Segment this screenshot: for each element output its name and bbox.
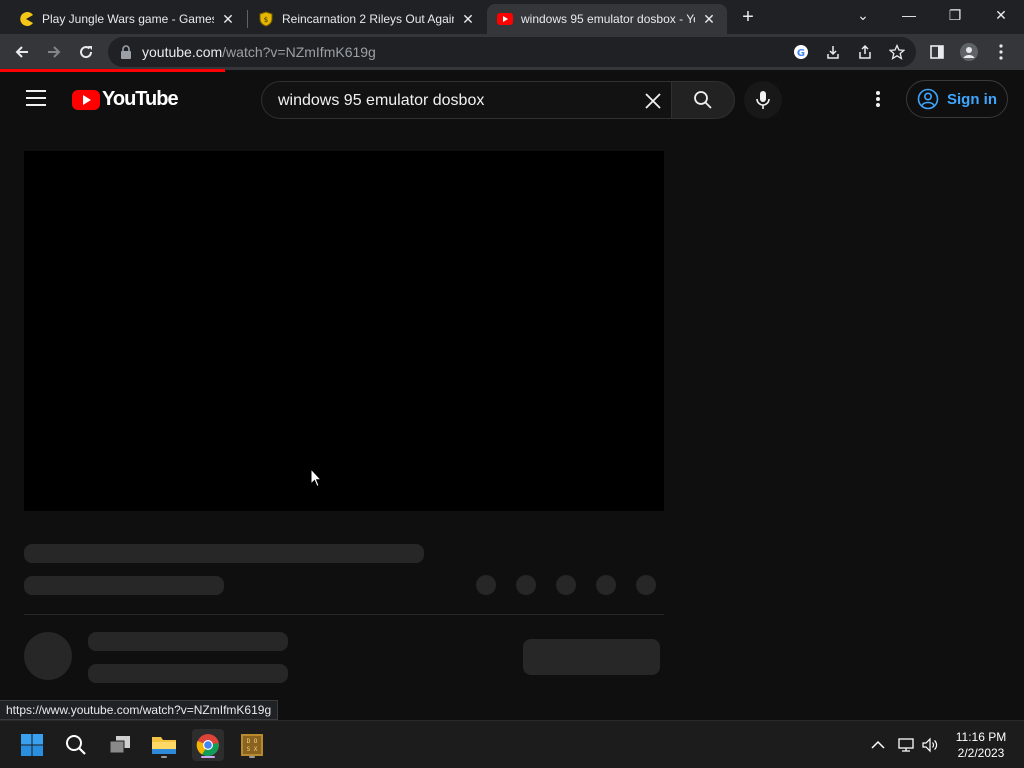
- svg-text:D O: D O: [247, 738, 258, 745]
- running-indicator: [249, 756, 255, 758]
- profile-icon[interactable]: [960, 43, 978, 61]
- volume-icon[interactable]: [920, 735, 940, 755]
- restore-button[interactable]: ❐: [932, 4, 978, 26]
- action-skeleton: [556, 575, 576, 595]
- chrome-menu-icon[interactable]: [992, 43, 1010, 61]
- divider: [24, 614, 664, 615]
- running-indicator: [161, 756, 167, 758]
- tab-close-icon[interactable]: ✕: [701, 11, 717, 28]
- new-tab-button[interactable]: +: [738, 6, 758, 28]
- dosbox-icon[interactable]: D OS X: [236, 729, 268, 761]
- reload-button[interactable]: [74, 40, 98, 64]
- clock-time: 11:16 PM: [955, 730, 1007, 744]
- status-bar-url: https://www.youtube.com/watch?v=NZmIfmK6…: [0, 700, 279, 720]
- arrow-left-icon: [15, 46, 28, 58]
- browser-toolbar: youtube.com/watch?v=NZmIfmK619g G: [0, 34, 1024, 70]
- windows-start-icon[interactable]: [16, 729, 48, 761]
- show-hidden-icons-chevron-icon[interactable]: [868, 735, 888, 755]
- settings-more-icon[interactable]: [868, 88, 888, 110]
- account-circle-icon: [917, 88, 939, 110]
- tab-title: Reincarnation 2 Rileys Out Again: [282, 12, 454, 26]
- windows-taskbar: D OS X 11:16 PM 2/2/2023: [0, 720, 1024, 768]
- url-text: youtube.com/watch?v=NZmIfmK619g: [142, 44, 376, 60]
- google-lens-icon[interactable]: G: [792, 43, 810, 61]
- subscribe-button-skeleton: [523, 639, 660, 675]
- tab-jungle-wars[interactable]: Play Jungle Wars game - Gamesfi ✕: [8, 4, 246, 34]
- subscriber-skeleton: [88, 664, 288, 683]
- search-input[interactable]: windows 95 emulator dosbox: [261, 81, 671, 119]
- address-bar[interactable]: youtube.com/watch?v=NZmIfmK619g G: [108, 37, 916, 67]
- clock-date: 2/2/2023: [957, 746, 1005, 760]
- svg-text:G: G: [797, 48, 805, 59]
- system-clock[interactable]: 11:16 PM 2/2/2023: [946, 729, 1016, 761]
- youtube-play-icon: [72, 89, 100, 110]
- voice-search-button[interactable]: [744, 81, 782, 119]
- svg-text:$: $: [264, 16, 268, 24]
- lock-icon[interactable]: [120, 45, 132, 64]
- tab-title: windows 95 emulator dosbox - Yo: [521, 12, 695, 26]
- video-player[interactable]: [24, 151, 664, 511]
- close-window-button[interactable]: ✕: [978, 4, 1024, 26]
- tab-search-dropdown-icon[interactable]: ⌄: [840, 4, 886, 26]
- tab-close-icon[interactable]: ✕: [460, 11, 476, 28]
- sign-in-button[interactable]: Sign in: [906, 80, 1008, 118]
- mouse-cursor-icon: [310, 467, 323, 493]
- avatar-skeleton: [24, 632, 72, 680]
- share-icon[interactable]: [856, 43, 874, 61]
- bookmark-star-icon[interactable]: [888, 43, 906, 61]
- search-button[interactable]: [671, 81, 735, 119]
- subtitle-skeleton: [24, 576, 224, 595]
- minimize-button[interactable]: —: [886, 4, 932, 26]
- youtube-icon: [497, 11, 513, 27]
- side-panel-icon[interactable]: [928, 43, 946, 61]
- tab-reincarnation[interactable]: $ Reincarnation 2 Rileys Out Again ✕: [248, 4, 486, 34]
- back-button[interactable]: [10, 40, 34, 64]
- file-explorer-icon[interactable]: [148, 729, 180, 761]
- action-skeleton: [636, 575, 656, 595]
- action-skeleton: [476, 575, 496, 595]
- youtube-logo-text: YouTube: [102, 88, 179, 110]
- forward-button[interactable]: [42, 40, 66, 64]
- youtube-header: YouTube windows 95 emulator dosbox Sign …: [0, 72, 1024, 128]
- title-skeleton: [24, 544, 424, 563]
- tab-title: Play Jungle Wars game - Gamesfi: [42, 12, 214, 26]
- tab-youtube[interactable]: windows 95 emulator dosbox - Yo ✕: [487, 4, 727, 34]
- pacman-icon: [18, 11, 34, 27]
- install-app-icon[interactable]: [824, 43, 842, 61]
- network-icon[interactable]: [896, 735, 916, 755]
- tab-close-icon[interactable]: ✕: [220, 11, 236, 28]
- microphone-icon: [756, 91, 770, 109]
- sign-in-label: Sign in: [947, 90, 997, 108]
- svg-text:S X: S X: [247, 746, 258, 753]
- search-query-text: windows 95 emulator dosbox: [278, 92, 485, 109]
- action-skeleton: [516, 575, 536, 595]
- hamburger-menu-icon[interactable]: [26, 90, 46, 106]
- arrow-right-icon: [48, 46, 61, 58]
- search-icon: [694, 91, 712, 109]
- search-icon[interactable]: [60, 729, 92, 761]
- youtube-logo[interactable]: YouTube: [72, 88, 179, 111]
- channel-name-skeleton: [88, 632, 288, 651]
- active-indicator: [201, 756, 215, 758]
- task-view-icon[interactable]: [104, 729, 136, 761]
- clear-search-icon[interactable]: [643, 91, 663, 111]
- reload-icon: [80, 46, 93, 59]
- action-skeleton: [596, 575, 616, 595]
- shield-icon: $: [258, 11, 274, 27]
- chrome-icon[interactable]: [192, 729, 224, 761]
- browser-tab-strip: Play Jungle Wars game - Gamesfi ✕ $ Rein…: [0, 0, 1024, 34]
